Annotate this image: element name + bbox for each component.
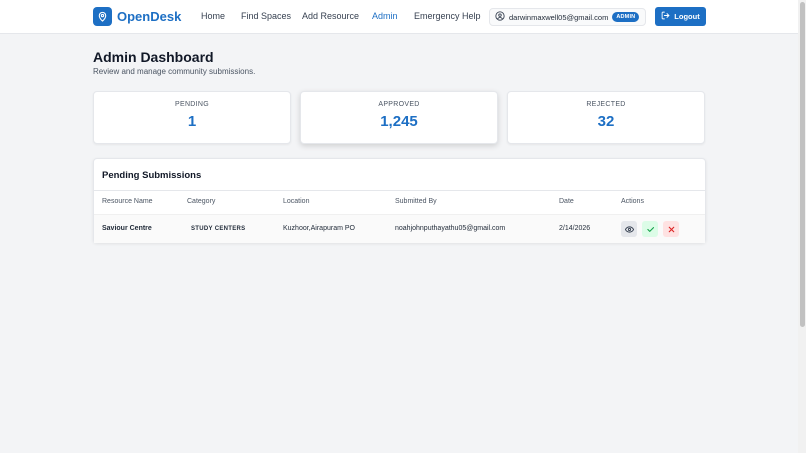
cell-date: 2/14/2026 <box>559 225 591 232</box>
column-header-actions: Actions <box>621 198 644 205</box>
view-button[interactable] <box>621 221 637 237</box>
pending-submissions-card: Pending Submissions Resource Name Catego… <box>93 158 706 243</box>
column-header-resource-name: Resource Name <box>102 198 153 205</box>
stat-card-approved: APPROVED 1,245 <box>300 91 498 144</box>
role-badge: ADMIN <box>612 12 640 22</box>
stat-label: PENDING <box>175 101 209 108</box>
cell-location: Kuzhoor,Airapuram PO <box>283 225 355 232</box>
column-header-category: Category <box>187 198 216 205</box>
table-row: Saviour Centre STUDY CENTERS Kuzhoor,Air… <box>94 214 705 243</box>
logout-button[interactable]: Logout <box>655 7 706 26</box>
map-pin-icon <box>93 7 112 26</box>
stat-card-rejected: REJECTED 32 <box>507 91 705 144</box>
column-header-date: Date <box>559 198 574 205</box>
stat-label: APPROVED <box>378 101 420 108</box>
column-header-submitted-by: Submitted By <box>395 198 437 205</box>
logout-icon <box>661 11 670 22</box>
logout-label: Logout <box>674 12 700 21</box>
user-info[interactable]: darwinmaxwell05@gmail.com ADMIN <box>489 8 646 26</box>
cell-submitted-by: noahjohnputhayathu05@gmail.com <box>395 225 506 232</box>
user-email: darwinmaxwell05@gmail.com <box>509 12 609 22</box>
cell-resource-name: Saviour Centre <box>102 225 152 232</box>
top-navigation-bar: OpenDesk Home Find Spaces Add Resource A… <box>0 0 798 34</box>
nav-find-spaces[interactable]: Find Spaces <box>241 11 291 21</box>
cell-category: STUDY CENTERS <box>191 226 246 232</box>
stat-value: 1 <box>187 113 197 130</box>
page-title: Admin Dashboard <box>93 49 214 65</box>
brand-name: OpenDesk <box>117 9 182 24</box>
stat-value: 1,245 <box>380 113 418 130</box>
reject-button[interactable] <box>663 221 679 237</box>
user-circle-icon <box>495 8 505 26</box>
column-header-location: Location <box>283 198 310 205</box>
nav-admin[interactable]: Admin <box>372 11 398 21</box>
nav-home[interactable]: Home <box>201 11 225 21</box>
stat-value: 32 <box>597 113 615 130</box>
eye-icon <box>624 222 634 237</box>
page-subtitle: Review and manage community submissions. <box>93 67 256 76</box>
approve-button[interactable] <box>642 221 658 237</box>
x-icon <box>667 222 676 237</box>
scrollbar-thumb[interactable] <box>800 2 805 327</box>
nav-emergency-help[interactable]: Emergency Help <box>414 11 481 21</box>
check-icon <box>646 222 655 237</box>
table-header: Resource Name Category Location Submitte… <box>94 191 705 214</box>
section-title: Pending Submissions <box>102 170 202 181</box>
stat-label: REJECTED <box>586 101 626 108</box>
brand-logo[interactable]: OpenDesk <box>93 7 181 26</box>
stat-card-pending: PENDING 1 <box>93 91 291 144</box>
nav-add-resource[interactable]: Add Resource <box>302 11 359 21</box>
